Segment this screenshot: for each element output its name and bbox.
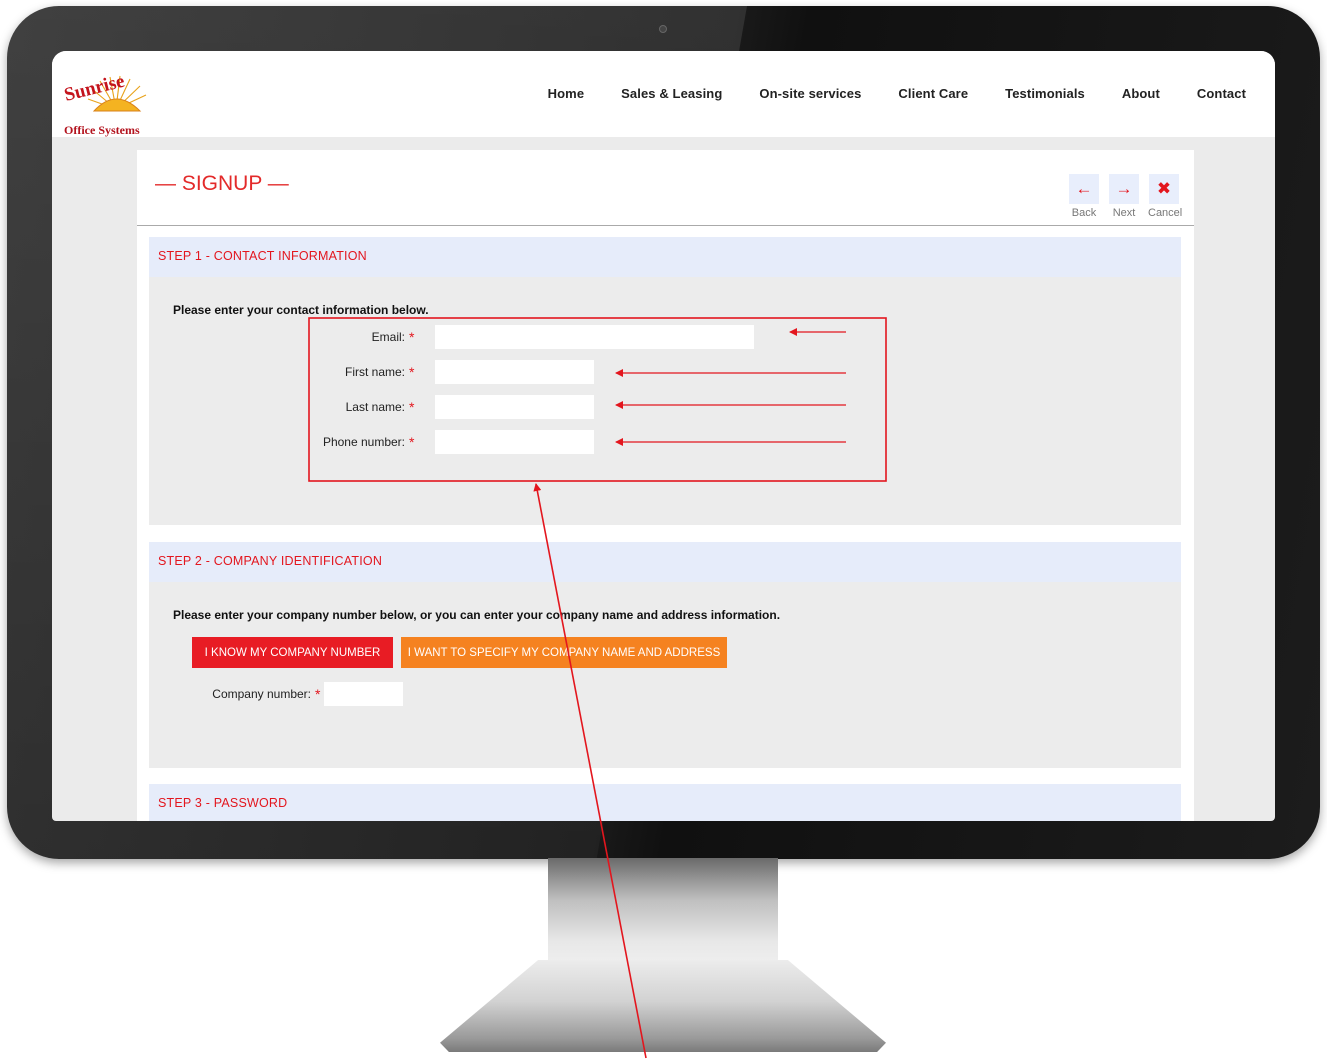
required-marker: * [409,329,415,345]
arrow-left-icon: ← [1069,174,1099,204]
signup-panel: — SIGNUP — ← Back → Next ✖ Cancel STEP 1… [137,150,1194,821]
step3-header: STEP 3 - PASSWORD [149,784,1181,821]
last-name-field[interactable] [435,395,595,419]
webcam-icon [659,25,667,33]
step1-intro: Please enter your contact information be… [173,303,429,317]
step1-header: STEP 1 - CONTACT INFORMATION [149,237,1181,277]
first-name-field[interactable] [435,360,595,384]
email-field[interactable] [435,325,755,349]
header-divider [137,225,1194,226]
nav-testimonials[interactable]: Testimonials [1005,86,1085,101]
last-name-row: Last name: * [293,395,595,419]
phone-row: Phone number: * [293,430,595,454]
last-name-label: Last name: [345,400,405,414]
next-button[interactable]: → Next [1108,174,1140,219]
step3-section: STEP 3 - PASSWORD [149,784,1181,821]
step2-section: STEP 2 - COMPANY IDENTIFICATION Please e… [149,542,1181,768]
nav-about[interactable]: About [1122,86,1160,101]
nav-onsite-services[interactable]: On-site services [759,86,861,101]
cancel-label: Cancel [1148,207,1183,219]
first-name-label: First name: [344,365,405,379]
nav-contact[interactable]: Contact [1197,86,1246,101]
arrow-right-icon: → [1109,174,1139,204]
phone-label: Phone number: [322,435,405,449]
page-title: — SIGNUP — [155,172,289,195]
close-icon: ✖ [1149,174,1179,204]
required-marker: * [409,399,415,415]
wizard-controls: ← Back → Next ✖ Cancel [1068,174,1183,219]
next-label: Next [1112,207,1136,219]
monitor-base [440,960,886,1052]
nav-home[interactable]: Home [548,86,585,101]
phone-number-field[interactable] [435,430,595,454]
screen: Sunrise Office Systems Home Sales & Leas… [52,51,1275,821]
company-number-row: Company number: * [181,682,404,706]
first-name-row: First name: * [293,360,595,384]
step1-section: STEP 1 - CONTACT INFORMATION Please ente… [149,237,1181,525]
email-label: Email: [371,330,405,344]
logo-subtitle: Office Systems [64,123,140,137]
required-marker: * [315,686,321,702]
site-header: Sunrise Office Systems Home Sales & Leas… [52,51,1275,137]
company-number-label: Company number: [212,687,311,701]
main-nav: Home Sales & Leasing On-site services Cl… [511,86,1246,101]
company-number-field[interactable] [324,682,404,706]
back-button[interactable]: ← Back [1068,174,1100,219]
step2-intro: Please enter your company number below, … [173,608,781,622]
nav-client-care[interactable]: Client Care [898,86,968,101]
sunrise-logo-icon: Sunrise [62,71,147,112]
nav-sales-leasing[interactable]: Sales & Leasing [621,86,722,101]
required-marker: * [409,364,415,380]
company-number-button[interactable]: I KNOW MY COMPANY NUMBER [192,637,393,668]
cancel-button[interactable]: ✖ Cancel [1148,174,1183,219]
company-name-address-button[interactable]: I WANT TO SPECIFY MY COMPANY NAME AND AD… [401,637,727,668]
required-marker: * [409,434,415,450]
back-label: Back [1071,207,1097,219]
email-row: Email: * [293,325,755,349]
step2-header: STEP 2 - COMPANY IDENTIFICATION [149,542,1181,582]
site-logo[interactable]: Sunrise Office Systems [60,59,220,137]
